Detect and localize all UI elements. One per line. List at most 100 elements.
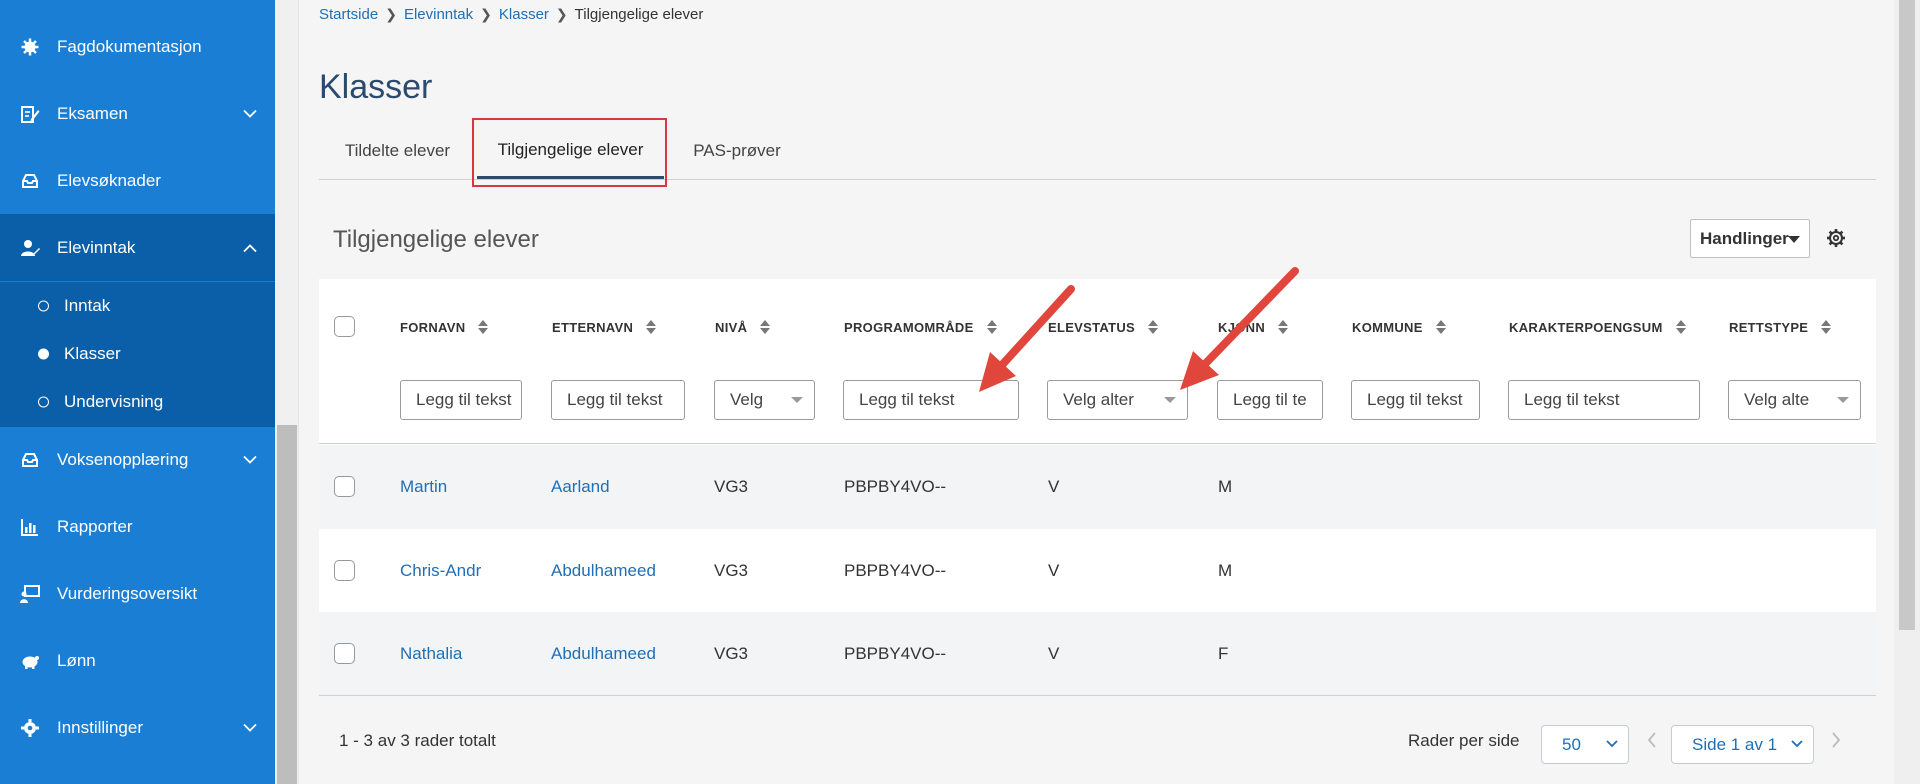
sort-icon xyxy=(1435,320,1446,335)
sidebar-item-label: Eksamen xyxy=(57,103,128,123)
chevron-right-icon: ❯ xyxy=(480,6,492,22)
cell-niva: VG3 xyxy=(714,477,749,496)
tab-tildelte-elever[interactable]: Tildelte elever xyxy=(319,123,476,179)
sidebar-item-label: Lønn xyxy=(57,650,96,670)
sidebar-subitem-label: Undervisning xyxy=(64,392,164,411)
row-checkbox[interactable] xyxy=(334,643,355,664)
filter-elevstatus-select[interactable]: Velg alter xyxy=(1047,380,1188,420)
column-header-etternavn[interactable]: ETTERNAVN xyxy=(552,320,657,335)
caret-down-icon xyxy=(1164,397,1176,403)
cell-kjonn: F xyxy=(1218,643,1229,663)
column-header-elevstatus[interactable]: ELEVSTATUS xyxy=(1048,320,1159,335)
column-header-rettstype[interactable]: RETTSTYPE xyxy=(1729,320,1832,335)
tab-pas-prover[interactable]: PAS-prøver xyxy=(671,123,803,179)
breadcrumb-klasser[interactable]: Klasser xyxy=(499,6,549,23)
cell-fornavn[interactable]: Martin xyxy=(400,477,447,497)
cell-programomrade: PBPBY4VO-- xyxy=(844,643,947,663)
filter-kommune-input[interactable]: Legg til tekst xyxy=(1351,380,1480,420)
piggy-bank-icon xyxy=(22,655,39,669)
column-label: ETTERNAVN xyxy=(552,320,634,335)
filter-kjonn-input[interactable]: Legg til te xyxy=(1217,380,1323,420)
cell-etternavn[interactable]: Abdulhameed xyxy=(551,644,656,664)
filter-niva-select[interactable]: Velg xyxy=(714,380,815,420)
sidebar: Fagdokumentasjon Eksamen Elevsøknader El… xyxy=(0,0,275,784)
cell-fornavn[interactable]: Chris-Andr xyxy=(400,561,481,581)
sidebar-item-lonn[interactable]: Lønn xyxy=(0,627,275,694)
sidebar-item-elevsoknader[interactable]: Elevsøknader xyxy=(0,147,275,214)
sidebar-scrollbar[interactable] xyxy=(275,0,299,784)
sidebar-item-eksamen[interactable]: Eksamen xyxy=(0,80,275,147)
page-scrollbar[interactable] xyxy=(1894,0,1920,784)
row-count-text: 1 - 3 av 3 rader totalt xyxy=(339,731,496,750)
actions-dropdown-button[interactable]: Handlinger xyxy=(1690,219,1810,258)
column-header-programomrade[interactable]: PROGRAMOMRÅDE xyxy=(844,320,997,335)
sidebar-item-rapporter[interactable]: Rapporter xyxy=(0,493,275,560)
sidebar-scrollbar-thumb[interactable] xyxy=(277,425,297,784)
sidebar-item-label: Rapporter xyxy=(57,516,133,536)
column-label: KOMMUNE xyxy=(1352,320,1423,335)
filter-etternavn-input[interactable]: Legg til tekst xyxy=(551,380,685,420)
table-row: Chris-Andr Abdulhameed VG3 PBPBY4VO-- V … xyxy=(319,529,1876,613)
sidebar-subitem-label: Klasser xyxy=(64,344,121,363)
column-label: FORNAVN xyxy=(400,320,466,335)
students-table: FORNAVN ETTERNAVN NIVÅ PROGRAMOMRÅDE ELE… xyxy=(319,279,1876,696)
page-scrollbar-thumb[interactable] xyxy=(1899,0,1915,630)
filter-rettstype-select[interactable]: Velg alte xyxy=(1728,380,1861,420)
column-header-karakterpoengsum[interactable]: KARAKTERPOENGSUM xyxy=(1509,320,1686,335)
sidebar-item-label: Innstillinger xyxy=(57,717,143,737)
cell-etternavn[interactable]: Aarland xyxy=(551,477,610,497)
sidebar-item-label: Elevsøknader xyxy=(57,170,161,190)
sort-icon xyxy=(1148,320,1159,335)
cell-elevstatus: V xyxy=(1048,561,1060,580)
breadcrumb-current: Tilgjengelige elever xyxy=(574,6,704,23)
breadcrumb-elevinntak[interactable]: Elevinntak xyxy=(404,6,473,23)
cell-programomrade: PBPBY4VO-- xyxy=(844,477,947,496)
row-checkbox[interactable] xyxy=(334,560,355,581)
column-header-kjonn[interactable]: KJØNN xyxy=(1218,320,1289,335)
breadcrumb-startside[interactable]: Startside xyxy=(319,6,378,23)
cell-fornavn[interactable]: Nathalia xyxy=(400,644,462,664)
select-all-checkbox[interactable] xyxy=(334,316,355,337)
cell-elevstatus: V xyxy=(1048,643,1060,663)
sidebar-subitem-undervisning[interactable]: Undervisning xyxy=(0,378,275,426)
row-checkbox[interactable] xyxy=(334,476,355,497)
section-title: Tilgjengelige elever xyxy=(333,226,539,253)
sort-icon xyxy=(478,320,489,335)
sidebar-subitem-label: Inntak xyxy=(64,296,111,315)
sidebar-subitem-klasser[interactable]: Klasser xyxy=(0,330,275,378)
settings-icon[interactable] xyxy=(1826,228,1846,248)
table-header: FORNAVN ETTERNAVN NIVÅ PROGRAMOMRÅDE ELE… xyxy=(319,279,1876,444)
sort-icon xyxy=(986,320,997,335)
column-header-fornavn[interactable]: FORNAVN xyxy=(400,320,489,335)
column-label: ELEVSTATUS xyxy=(1048,320,1136,335)
chevron-down-icon xyxy=(1791,740,1803,748)
actions-label: Handlinger xyxy=(1700,228,1789,248)
filter-karakterpoengsum-input[interactable]: Legg til tekst xyxy=(1508,380,1700,420)
sidebar-item-innstillinger[interactable]: Innstillinger xyxy=(0,694,275,761)
bar-chart-icon xyxy=(21,518,38,536)
settings-icon xyxy=(21,718,39,737)
sidebar-subitem-inntak[interactable]: Inntak xyxy=(0,282,275,330)
sidebar-item-fagdokumentasjon[interactable]: Fagdokumentasjon xyxy=(0,13,275,80)
cell-etternavn[interactable]: Abdulhameed xyxy=(551,561,656,581)
breadcrumb: Startside ❯ Elevinntak ❯ Klasser ❯ Tilgj… xyxy=(319,6,703,23)
tab-tilgjengelige-elever[interactable]: Tilgjengelige elever xyxy=(477,123,664,179)
inbox-icon xyxy=(22,452,38,467)
caret-down-icon xyxy=(1788,236,1800,243)
sidebar-item-vurderingsoversikt[interactable]: Vurderingsoversikt xyxy=(0,560,275,627)
filter-programomrade-input[interactable]: Legg til tekst xyxy=(843,380,1019,420)
page-select[interactable]: Side 1 av 1 xyxy=(1671,725,1814,764)
rows-per-page-select[interactable]: 50 xyxy=(1541,725,1629,764)
sidebar-item-elevinntak[interactable]: Elevinntak xyxy=(0,214,275,281)
cell-kjonn: M xyxy=(1218,477,1233,496)
sort-icon xyxy=(1675,320,1686,335)
next-page-icon[interactable] xyxy=(1831,732,1841,748)
column-header-niva[interactable]: NIVÅ xyxy=(715,320,771,335)
sidebar-submenu-elevinntak: Inntak Klasser Undervisning xyxy=(0,282,275,427)
sidebar-item-voksenopplaering[interactable]: Voksenopplæring xyxy=(0,426,275,493)
cell-kjonn: M xyxy=(1218,561,1233,580)
previous-page-icon[interactable] xyxy=(1647,732,1657,748)
column-header-kommune[interactable]: KOMMUNE xyxy=(1352,320,1446,335)
radio-dot-filled-icon xyxy=(38,348,49,360)
filter-fornavn-input[interactable]: Legg til tekst xyxy=(400,380,522,420)
